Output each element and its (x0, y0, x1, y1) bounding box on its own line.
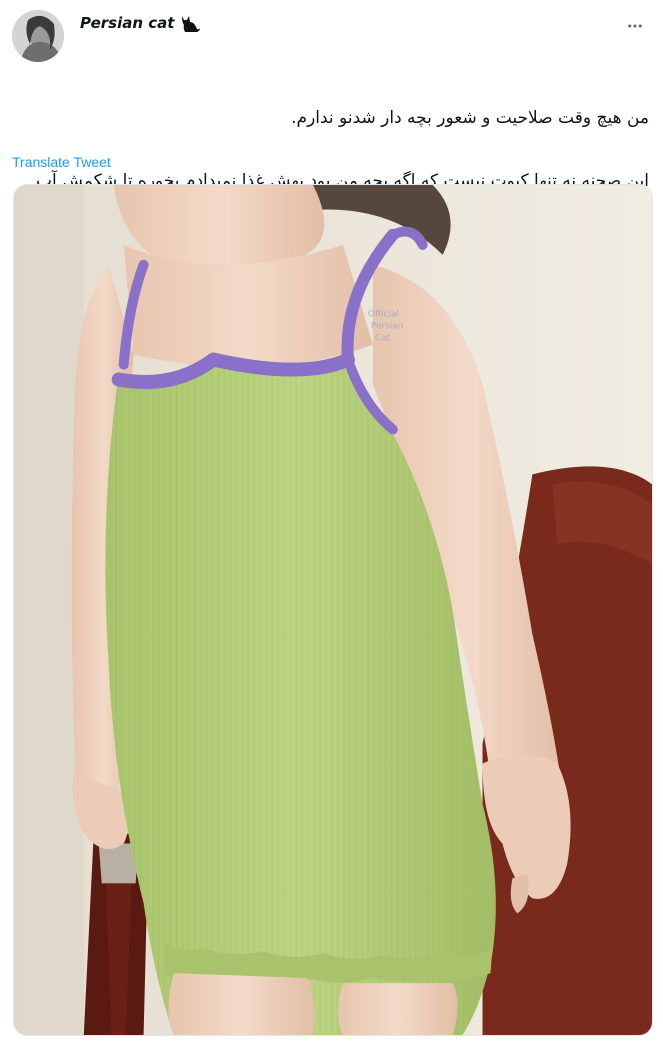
black-cat-icon (179, 13, 201, 33)
tweet-media[interactable]: Official Persian Cat (13, 184, 653, 1036)
author-name[interactable]: Persian cat (80, 13, 201, 33)
display-name-text[interactable]: Persian cat (80, 14, 174, 32)
svg-text:Cat: Cat (375, 334, 391, 344)
svg-text:Official: Official (368, 310, 399, 320)
translate-tweet-link[interactable]: Translate Tweet (12, 154, 111, 170)
svg-text:Persian: Persian (371, 322, 404, 332)
more-horizontal-icon (628, 24, 642, 28)
avatar-image (12, 10, 64, 62)
avatar[interactable] (12, 10, 64, 62)
tweet-text-line-1: من هیچ وقت صلاحیت و شعور بچه دار شدنو ند… (291, 108, 649, 128)
child-in-dress-photo: Official Persian Cat (14, 185, 652, 1035)
more-button[interactable] (623, 14, 647, 38)
